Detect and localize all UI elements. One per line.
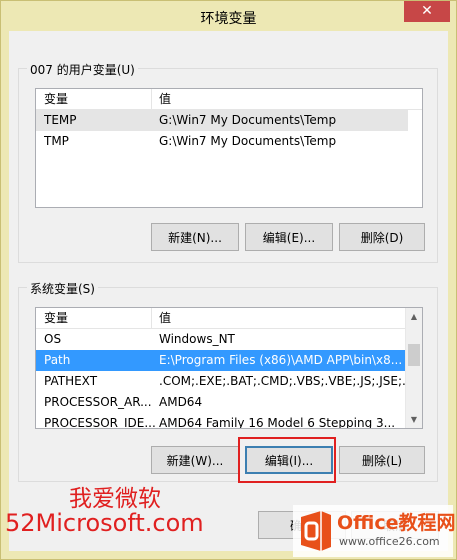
variable-name: TEMP bbox=[44, 113, 77, 127]
variable-name: PROCESSOR_IDE... bbox=[44, 416, 156, 429]
watermark-site: 52Microsoft.com bbox=[5, 509, 204, 537]
list-header: 变量 值 bbox=[36, 89, 422, 110]
user-variables-group: 007 的用户变量(U) 变量 值 TEMP G:\Win7 My Docume… bbox=[18, 61, 438, 263]
user-new-button[interactable]: 新建(N)... bbox=[151, 223, 239, 251]
dialog-client-area: 007 的用户变量(U) 变量 值 TEMP G:\Win7 My Docume… bbox=[9, 31, 448, 551]
variable-name: OS bbox=[44, 332, 62, 346]
user-delete-button[interactable]: 删除(D) bbox=[339, 223, 425, 251]
list-item[interactable]: TMP G:\Win7 My Documents\Temp bbox=[36, 131, 408, 152]
variable-value: AMD64 bbox=[159, 395, 203, 409]
title-bar: 环境变量 ✕ bbox=[1, 1, 456, 31]
system-variables-list[interactable]: 变量 值 OS Windows_NT Path E:\Program Files… bbox=[35, 307, 423, 429]
variable-name: PROCESSOR_AR... bbox=[44, 395, 152, 409]
scroll-up-icon[interactable]: ▲ bbox=[406, 308, 422, 325]
column-header-value[interactable]: 值 bbox=[159, 89, 171, 110]
scroll-thumb[interactable] bbox=[408, 344, 420, 366]
column-separator bbox=[151, 89, 152, 110]
list-item[interactable]: PROCESSOR_AR... AMD64 bbox=[36, 392, 407, 413]
variable-name: TMP bbox=[44, 134, 69, 148]
vertical-scrollbar[interactable]: ▲ ▼ bbox=[405, 308, 422, 428]
variable-value: Windows_NT bbox=[159, 332, 235, 346]
list-header: 变量 值 bbox=[36, 308, 405, 329]
system-variables-label: 系统变量(S) bbox=[27, 280, 98, 297]
list-item[interactable]: OS Windows_NT bbox=[36, 329, 407, 350]
column-header-variable[interactable]: 变量 bbox=[44, 308, 68, 329]
user-variables-label: 007 的用户变量(U) bbox=[27, 61, 138, 78]
variable-name: Path bbox=[44, 353, 71, 367]
column-header-value[interactable]: 值 bbox=[159, 308, 171, 329]
variable-value: .COM;.EXE;.BAT;.CMD;.VBS;.VBE;.JS;.JSE;.… bbox=[159, 374, 405, 388]
list-item[interactable]: PROCESSOR_IDE... AMD64 Family 16 Model 6… bbox=[36, 413, 407, 429]
office-brand-url: www.office26.com bbox=[339, 535, 440, 548]
office-brand-watermark: Office教程网 www.office26.com bbox=[293, 505, 456, 557]
window-title: 环境变量 bbox=[200, 11, 257, 27]
system-variables-group: 系统变量(S) 变量 值 OS Windows_NT Path E:\Progr… bbox=[18, 280, 438, 482]
column-separator bbox=[151, 308, 152, 329]
office-brand-name: Office教程网 bbox=[337, 512, 456, 534]
user-edit-button[interactable]: 编辑(E)... bbox=[245, 223, 333, 251]
list-item[interactable]: PATHEXT .COM;.EXE;.BAT;.CMD;.VBS;.VBE;.J… bbox=[36, 371, 407, 392]
office-logo-icon bbox=[301, 511, 331, 551]
variable-value: AMD64 Family 16 Model 6 Stepping 3... bbox=[159, 416, 396, 429]
environment-variables-dialog: 环境变量 ✕ 007 的用户变量(U) 变量 值 TEMP G:\Win7 My… bbox=[0, 0, 457, 560]
column-header-variable[interactable]: 变量 bbox=[44, 89, 68, 110]
close-button[interactable]: ✕ bbox=[404, 1, 450, 22]
scroll-down-icon[interactable]: ▼ bbox=[406, 411, 422, 428]
user-variables-list[interactable]: 变量 值 TEMP G:\Win7 My Documents\Temp TMP … bbox=[35, 88, 423, 208]
close-icon: ✕ bbox=[421, 3, 433, 19]
watermark-chinese: 我爱微软 bbox=[69, 486, 161, 512]
annotation-highlight-box bbox=[238, 437, 336, 483]
variable-value: G:\Win7 My Documents\Temp bbox=[159, 113, 337, 127]
system-new-button[interactable]: 新建(W)... bbox=[151, 446, 239, 474]
list-item-selected[interactable]: Path E:\Program Files (x86)\AMD APP\bin\… bbox=[36, 350, 407, 371]
variable-value: E:\Program Files (x86)\AMD APP\bin\x8... bbox=[159, 353, 403, 367]
system-delete-button[interactable]: 删除(L) bbox=[339, 446, 425, 474]
variable-value: G:\Win7 My Documents\Temp bbox=[159, 134, 337, 148]
list-item[interactable]: TEMP G:\Win7 My Documents\Temp bbox=[36, 110, 408, 131]
variable-name: PATHEXT bbox=[44, 374, 98, 388]
